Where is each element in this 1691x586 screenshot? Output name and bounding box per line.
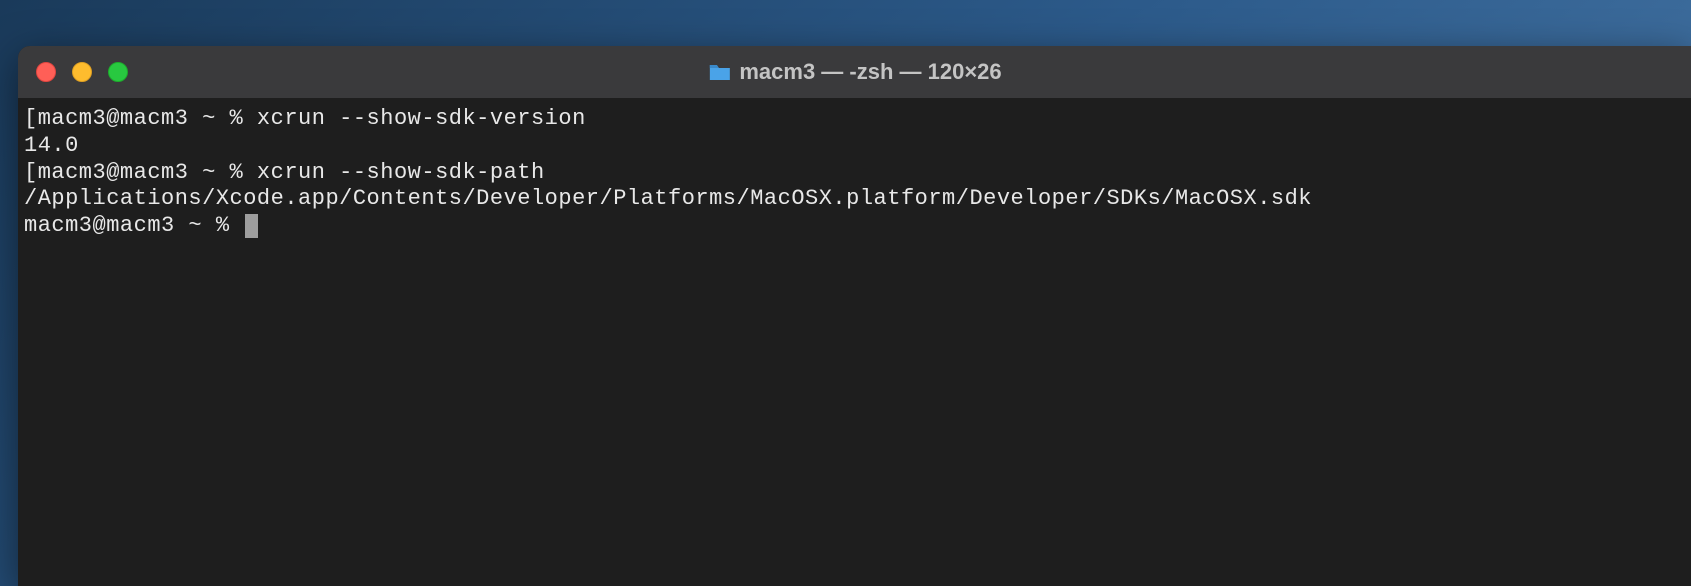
terminal-line: 14.0 xyxy=(24,133,1685,160)
close-button[interactable] xyxy=(36,62,56,82)
terminal-prompt: macm3@macm3 ~ % xyxy=(24,213,243,238)
window-controls xyxy=(36,62,128,82)
maximize-button[interactable] xyxy=(108,62,128,82)
terminal-line: /Applications/Xcode.app/Contents/Develop… xyxy=(24,186,1685,213)
terminal-line: [macm3@macm3 ~ % xcrun --show-sdk-versio… xyxy=(24,106,1685,133)
terminal-content[interactable]: [macm3@macm3 ~ % xcrun --show-sdk-versio… xyxy=(18,98,1691,248)
minimize-button[interactable] xyxy=(72,62,92,82)
terminal-prompt-line: macm3@macm3 ~ % xyxy=(24,213,1685,240)
window-title: macm3 — -zsh — 120×26 xyxy=(707,59,1001,85)
window-titlebar[interactable]: macm3 — -zsh — 120×26 xyxy=(18,46,1691,98)
cursor-icon xyxy=(245,214,258,238)
terminal-window: macm3 — -zsh — 120×26 [macm3@macm3 ~ % x… xyxy=(18,46,1691,586)
terminal-line: [macm3@macm3 ~ % xcrun --show-sdk-path xyxy=(24,160,1685,187)
window-title-text: macm3 — -zsh — 120×26 xyxy=(739,59,1001,85)
folder-icon xyxy=(707,62,731,82)
